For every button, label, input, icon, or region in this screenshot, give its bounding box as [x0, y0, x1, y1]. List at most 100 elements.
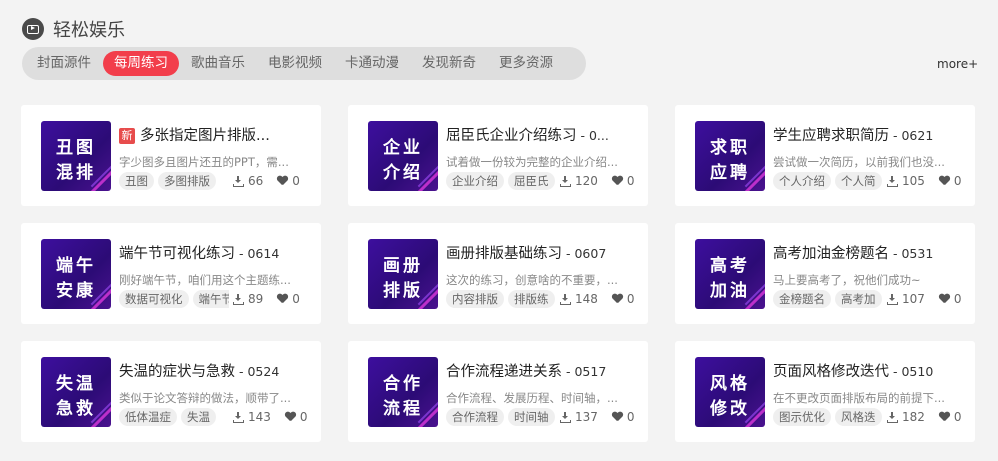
practice-card[interactable]: 画册 排版 画册排版基础练习 - 0607 这次的练习，创意啥的不重要，... 内容排版… — [348, 223, 648, 324]
card-tag[interactable]: 金榜题名 — [773, 290, 831, 308]
card-tag[interactable]: 个人简 — [835, 172, 882, 190]
card-title-text: 端午节可视化练习 — [119, 246, 235, 262]
practice-card[interactable]: 风格 修改 页面风格修改迭代 - 0510 在不更改页面排版布局的前提下... 图示优化… — [675, 341, 975, 442]
like-count[interactable]: 0 — [267, 174, 300, 188]
card-tag[interactable]: 排版练 — [508, 290, 555, 308]
download-icon — [560, 175, 571, 187]
video-play-icon — [22, 18, 44, 40]
thumbnail-text-line2: 介绍 — [383, 163, 423, 183]
thumbnail-text-line2: 流程 — [383, 399, 423, 419]
download-count-value: 182 — [902, 410, 925, 424]
like-count[interactable]: 0 — [602, 174, 635, 188]
card-thumbnail[interactable]: 风格 修改 — [695, 357, 765, 427]
practice-card[interactable]: 高考 加油 高考加油金榜题名 - 0531 马上要高考了，祝他们成功~ 金榜题名 高考加 1… — [675, 223, 975, 324]
card-tag[interactable]: 内容排版 — [446, 290, 504, 308]
card-title[interactable]: 端午节可视化练习 - 0614 — [119, 242, 309, 263]
tab-1[interactable]: 每周练习 — [103, 51, 179, 76]
new-badge: 新 — [119, 128, 135, 144]
card-tag[interactable]: 合作流程 — [446, 408, 504, 426]
thumbnail-text-line1: 合作 — [383, 374, 423, 394]
card-thumbnail[interactable]: 端午 安康 — [41, 239, 111, 309]
card-description: 尝试做一次简历，以前我们也没... — [773, 155, 945, 169]
download-icon — [887, 175, 898, 187]
card-title[interactable]: 失温的症状与急救 - 0524 — [119, 360, 309, 381]
card-tag[interactable]: 多图排版 — [158, 172, 216, 190]
like-count[interactable]: 0 — [929, 292, 962, 306]
card-title[interactable]: 画册排版基础练习 - 0607 — [446, 242, 636, 263]
card-title[interactable]: 学生应聘求职简历 - 0621 — [773, 124, 963, 145]
like-count-value: 0 — [292, 292, 300, 306]
card-tag[interactable]: 失温 — [181, 408, 216, 426]
thumbnail-text-line1: 画册 — [383, 256, 423, 276]
tab-0[interactable]: 封面源件 — [26, 51, 102, 76]
heart-icon — [939, 412, 950, 422]
download-count-value: 105 — [902, 174, 925, 188]
card-date: - 0531 — [889, 246, 934, 261]
card-tag[interactable]: 数据可视化 — [119, 290, 189, 308]
practice-card[interactable]: 丑图 混排新多张指定图片排版... 字少图多且图片还丑的PPT，需... 丑图 多图排版… — [21, 105, 321, 206]
download-count-value: 89 — [248, 292, 264, 306]
like-count[interactable]: 0 — [602, 410, 635, 424]
tab-2[interactable]: 歌曲音乐 — [180, 51, 256, 76]
practice-card[interactable]: 合作 流程 合作流程递进关系 - 0517 合作流程、发展历程、时间轴，... 合作流程… — [348, 341, 648, 442]
card-tag[interactable]: 个人介绍 — [773, 172, 831, 190]
card-thumbnail[interactable]: 合作 流程 — [368, 357, 438, 427]
card-meta: 丑图 多图排版 66 0 — [119, 172, 309, 190]
tab-5[interactable]: 发现新奇 — [411, 51, 487, 76]
tab-4[interactable]: 卡通动漫 — [334, 51, 410, 76]
card-tag[interactable]: 企业介绍 — [446, 172, 504, 190]
card-title[interactable]: 新多张指定图片排版... — [119, 124, 309, 145]
like-count[interactable]: 0 — [602, 292, 635, 306]
thumbnail-text-line2: 排版 — [383, 281, 423, 301]
download-count-value: 107 — [902, 292, 925, 306]
like-count[interactable]: 0 — [267, 292, 300, 306]
card-tag[interactable]: 图示优化 — [773, 408, 831, 426]
card-thumbnail[interactable]: 失温 急救 — [41, 357, 111, 427]
tab-6[interactable]: 更多资源 — [488, 51, 564, 76]
card-title[interactable]: 高考加油金榜题名 - 0531 — [773, 242, 963, 263]
like-count[interactable]: 0 — [275, 410, 308, 424]
thumbnail-text-line2: 安康 — [56, 281, 96, 301]
thumbnail-text-line2: 急救 — [56, 399, 96, 419]
card-tag[interactable]: 时间轴 — [508, 408, 555, 426]
heart-icon — [285, 412, 296, 422]
practice-card[interactable]: 失温 急救 失温的症状与急救 - 0524 类似于论文答辩的做法，顺带了... 低体温症… — [21, 341, 321, 442]
card-tag[interactable]: 低体温症 — [119, 408, 177, 426]
download-count-value: 120 — [575, 174, 598, 188]
like-count-value: 0 — [953, 174, 962, 188]
card-thumbnail[interactable]: 丑图 混排 — [41, 121, 111, 191]
like-count-value: 0 — [299, 410, 308, 424]
card-meta: 低体温症 失温 143 0 — [119, 408, 309, 426]
download-count: 120 — [560, 174, 598, 188]
tab-3[interactable]: 电影视频 — [257, 51, 333, 76]
card-tag[interactable]: 高考加 — [835, 290, 882, 308]
practice-card[interactable]: 企业 介绍 屈臣氏企业介绍练习 - 0... 试着做一份较为完整的企业介绍... 企业介… — [348, 105, 648, 206]
like-count[interactable]: 0 — [929, 410, 962, 424]
card-meta: 企业介绍 屈臣氏 120 0 — [446, 172, 636, 190]
more-link[interactable]: more+ — [937, 57, 978, 71]
card-thumbnail[interactable]: 求职 应聘 — [695, 121, 765, 191]
download-count: 107 — [887, 292, 925, 306]
card-title[interactable]: 合作流程递进关系 - 0517 — [446, 360, 636, 381]
card-tag[interactable]: 丑图 — [119, 172, 154, 190]
card-thumbnail[interactable]: 高考 加油 — [695, 239, 765, 309]
like-count-value: 0 — [626, 292, 635, 306]
card-title-text: 页面风格修改迭代 — [773, 364, 889, 380]
card-title-text: 学生应聘求职简历 — [773, 128, 889, 144]
card-tag[interactable]: 风格迭 — [835, 408, 882, 426]
card-thumbnail[interactable]: 画册 排版 — [368, 239, 438, 309]
card-thumbnail[interactable]: 企业 介绍 — [368, 121, 438, 191]
card-tag[interactable]: 端午节 — [192, 290, 229, 308]
card-title-text: 失温的症状与急救 — [119, 364, 235, 380]
card-tag[interactable]: 屈臣氏 — [508, 172, 555, 190]
download-icon — [560, 411, 571, 423]
practice-card[interactable]: 求职 应聘 学生应聘求职简历 - 0621 尝试做一次简历，以前我们也没... 个人介绍… — [675, 105, 975, 206]
card-description: 合作流程、发展历程、时间轴，... — [446, 391, 618, 405]
like-count[interactable]: 0 — [929, 174, 962, 188]
card-title[interactable]: 页面风格修改迭代 - 0510 — [773, 360, 963, 381]
thumbnail-text-line1: 端午 — [56, 256, 96, 276]
practice-card[interactable]: 端午 安康 端午节可视化练习 - 0614 刚好端午节，咱们用这个主题练... 数据可视… — [21, 223, 321, 324]
card-title[interactable]: 屈臣氏企业介绍练习 - 0... — [446, 124, 636, 145]
thumbnail-text-line2: 混排 — [56, 163, 96, 183]
heart-icon — [612, 412, 623, 422]
